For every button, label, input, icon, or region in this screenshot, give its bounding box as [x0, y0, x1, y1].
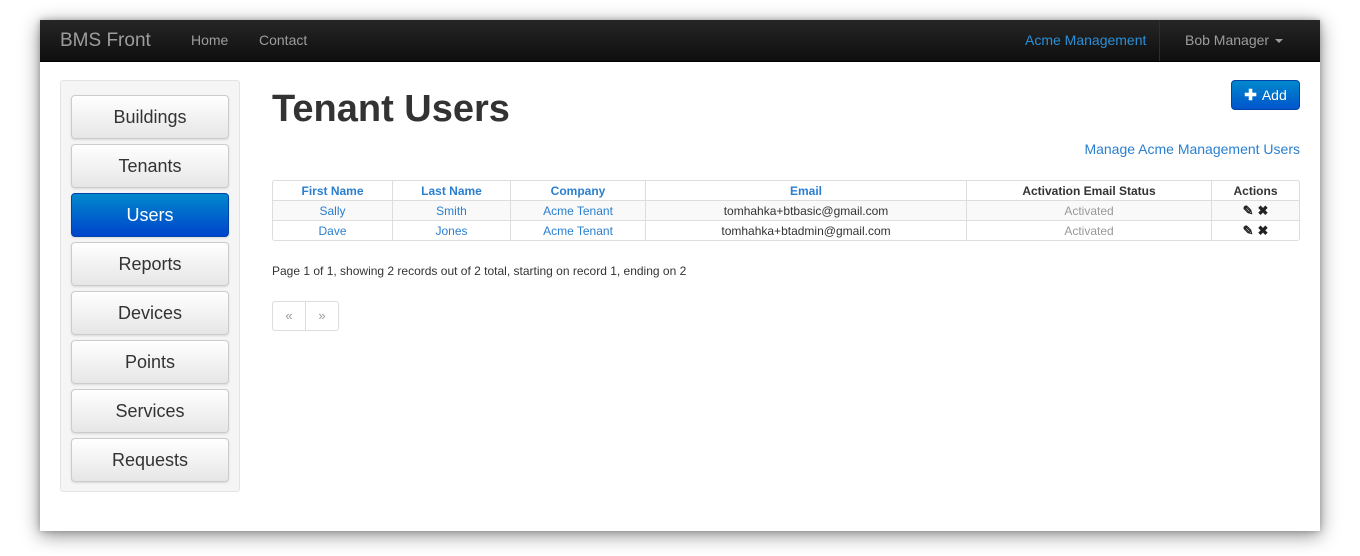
delete-icon[interactable]: ✖: [1258, 204, 1269, 217]
add-button-label: Add: [1261, 87, 1287, 103]
sidebar-item-points[interactable]: Points: [71, 340, 229, 384]
tenant-users-table: First Name Last Name Company Email Activ…: [272, 180, 1300, 241]
manage-users-link[interactable]: Manage Acme Management Users: [1084, 141, 1300, 157]
sidebar-item-services[interactable]: Services: [71, 389, 229, 433]
col-header-activation-status: Activation Email Status: [966, 181, 1211, 200]
top-navbar: BMS Front Home Contact Acme Management B…: [40, 20, 1320, 62]
cell-status: Activated: [966, 200, 1211, 220]
edit-icon[interactable]: ✎: [1243, 204, 1254, 217]
sidebar-item-users[interactable]: Users: [71, 193, 229, 237]
nav-divider: [1159, 20, 1160, 61]
cell-actions: ✎ ✖: [1211, 200, 1299, 220]
table-row: Sally Smith Acme Tenant tomhahka+btbasic…: [273, 200, 1299, 220]
cell-actions: ✎ ✖: [1211, 220, 1299, 240]
sidebar-item-tenants[interactable]: Tenants: [71, 144, 229, 188]
pager-next-button[interactable]: »: [305, 302, 338, 330]
sidebar-item-devices[interactable]: Devices: [71, 291, 229, 335]
nav-org[interactable]: Acme Management: [1025, 20, 1146, 61]
cell-last-name[interactable]: Jones: [392, 220, 510, 240]
table-header-row: First Name Last Name Company Email Activ…: [273, 181, 1299, 200]
cell-email: tomhahka+btbasic@gmail.com: [645, 200, 966, 220]
col-header-company[interactable]: Company: [510, 181, 645, 200]
cell-status: Activated: [966, 220, 1211, 240]
paging-summary: Page 1 of 1, showing 2 records out of 2 …: [272, 264, 687, 278]
cell-last-name[interactable]: Smith: [392, 200, 510, 220]
app-window: BMS Front Home Contact Acme Management B…: [40, 20, 1320, 531]
user-menu[interactable]: Bob Manager: [1185, 20, 1284, 61]
cell-first-name[interactable]: Dave: [273, 220, 392, 240]
page-title: Tenant Users: [272, 88, 510, 130]
col-header-actions: Actions: [1211, 181, 1299, 200]
table-row: Dave Jones Acme Tenant tomhahka+btadmin@…: [273, 220, 1299, 240]
col-header-email[interactable]: Email: [645, 181, 966, 200]
sidebar: Buildings Tenants Users Reports Devices …: [60, 80, 240, 492]
cell-email: tomhahka+btadmin@gmail.com: [645, 220, 966, 240]
edit-icon[interactable]: ✎: [1243, 224, 1254, 237]
sidebar-item-requests[interactable]: Requests: [71, 438, 229, 482]
col-header-last-name[interactable]: Last Name: [392, 181, 510, 200]
delete-icon[interactable]: ✖: [1258, 224, 1269, 237]
sidebar-item-buildings[interactable]: Buildings: [71, 95, 229, 139]
pagination: « »: [272, 301, 339, 331]
plus-icon: ✚: [1244, 87, 1257, 104]
add-button[interactable]: ✚ Add: [1231, 80, 1300, 110]
cell-company[interactable]: Acme Tenant: [510, 220, 645, 240]
cell-company[interactable]: Acme Tenant: [510, 200, 645, 220]
caret-down-icon: [1275, 39, 1284, 44]
col-header-first-name[interactable]: First Name: [273, 181, 392, 200]
nav-home[interactable]: Home: [191, 20, 228, 61]
sidebar-item-reports[interactable]: Reports: [71, 242, 229, 286]
cell-first-name[interactable]: Sally: [273, 200, 392, 220]
nav-contact[interactable]: Contact: [259, 20, 307, 61]
user-name: Bob Manager: [1185, 32, 1270, 48]
pager-prev-button[interactable]: «: [273, 302, 305, 330]
brand-link[interactable]: BMS Front: [60, 20, 151, 61]
